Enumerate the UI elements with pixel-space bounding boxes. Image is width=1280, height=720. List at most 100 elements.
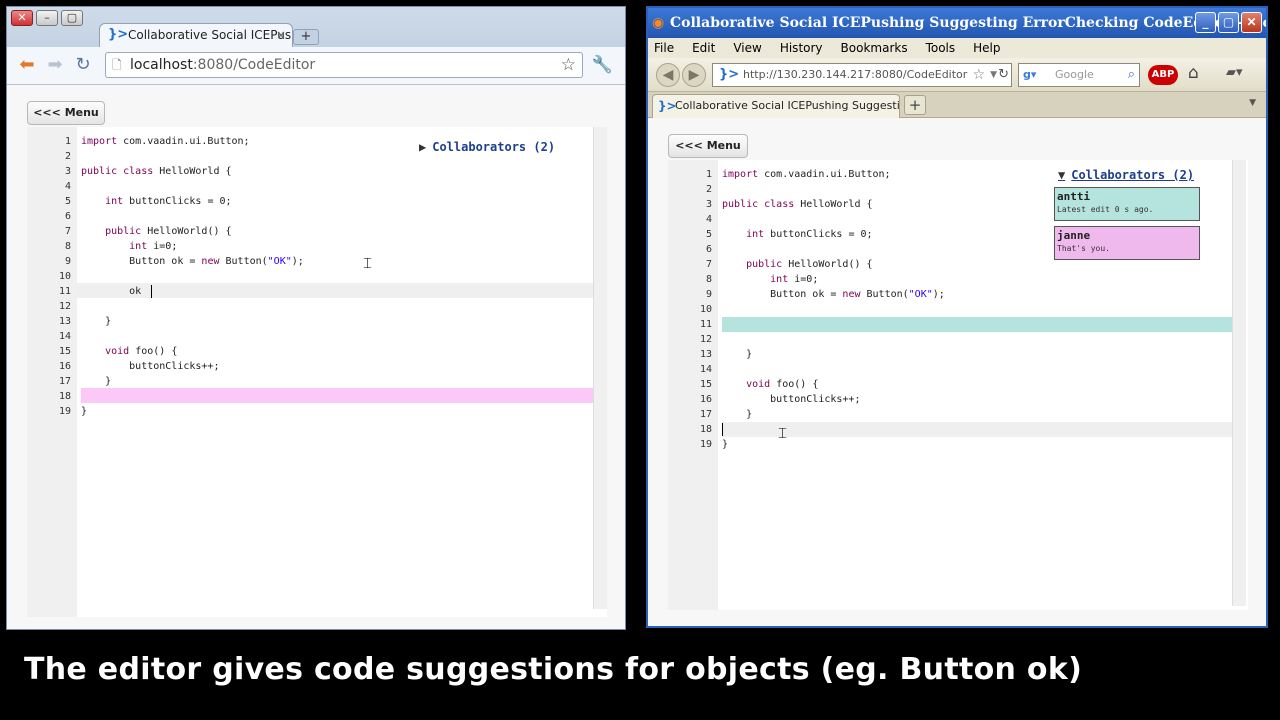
code-token: HelloWorld { [794, 199, 873, 210]
line-number: 14 [58, 331, 71, 342]
minimize-window-button[interactable]: _ [1195, 12, 1216, 33]
tab-list-icon[interactable]: ▼ [1249, 98, 1256, 108]
line-number: 11 [58, 286, 71, 297]
menu-tools[interactable]: Tools [926, 38, 956, 58]
code-token: public class [81, 166, 154, 177]
code-token: } [81, 406, 88, 417]
editor-scrollbar[interactable] [593, 127, 607, 609]
code-token: foo() { [129, 346, 178, 357]
code-line[interactable]: import com.vaadin.ui.Button; [722, 167, 891, 182]
search-box[interactable]: g▾ Google ⌕ [1018, 63, 1140, 87]
code-line[interactable]: int i=0; [722, 272, 818, 287]
editor-scrollbar[interactable] [1232, 160, 1246, 606]
bookmark-star-icon[interactable]: ☆ [972, 64, 985, 86]
code-line[interactable]: int i=0; [81, 239, 177, 254]
tab-close-icon[interactable]: × [276, 24, 286, 46]
menu-history[interactable]: History [780, 38, 823, 58]
line-number-gutter: 1 2 3 4 5 6 7 8 9 10 11 12 13 14 15 16 17 18 19 [27, 127, 77, 617]
code-line[interactable]: int buttonClicks = 0; [722, 227, 873, 242]
firefox-page-content: <<< Menu 1 2 3 4 5 6 7 8 9 10 11 12 13 14 15 16 17 18 19 i… [648, 118, 1266, 626]
code-line[interactable]: } [722, 407, 752, 422]
code-line[interactable]: ok [81, 284, 141, 299]
back-arrow-icon[interactable]: ◀ [656, 63, 680, 87]
code-token: Button( [860, 289, 909, 300]
collaborator-card-antti: antti Latest edit 0 s ago. [1054, 187, 1200, 221]
code-token: ); [291, 256, 304, 267]
forward-arrow-icon[interactable]: ➡ [43, 54, 67, 76]
extension-icon[interactable]: ▰▾ [1226, 65, 1243, 80]
code-line[interactable]: } [722, 437, 728, 452]
line-number-gutter: 1 2 3 4 5 6 7 8 9 10 11 12 13 14 15 16 17 18 19 [668, 160, 718, 610]
collaborator-card-janne: janne That's you. [1054, 226, 1200, 260]
code-line[interactable]: import com.vaadin.ui.Button; [81, 134, 250, 149]
menu-file[interactable]: File [654, 38, 674, 58]
line-number: 5 [64, 196, 71, 207]
url-dropdown-icon[interactable]: ▼ [990, 64, 997, 86]
code-line[interactable]: void foo() { [81, 344, 177, 359]
line-number: 12 [58, 301, 71, 312]
minimize-window-button[interactable]: – [36, 10, 58, 26]
collaborators-toggle[interactable]: ▼ Collaborators (2) [1058, 168, 1194, 182]
bookmark-star-icon[interactable]: ☆ [561, 53, 576, 77]
line-number: 16 [58, 361, 71, 372]
code-line[interactable]: } [81, 314, 111, 329]
code-editor[interactable]: 1 2 3 4 5 6 7 8 9 10 11 12 13 14 15 16 17 18 19 import com… [668, 160, 1248, 610]
code-token: HelloWorld { [153, 166, 232, 177]
reload-icon[interactable]: ↻ [998, 64, 1009, 86]
line-number: 13 [699, 349, 712, 360]
code-line[interactable]: void foo() { [722, 377, 818, 392]
line-number: 6 [705, 244, 712, 255]
typed-text: ok [81, 286, 142, 297]
maximize-window-button[interactable]: ▢ [1218, 12, 1239, 33]
code-line[interactable]: Button ok = new Button("OK"); [722, 287, 945, 302]
maximize-window-button[interactable]: ▢ [61, 10, 83, 26]
menu-button[interactable]: <<< Menu [668, 134, 748, 158]
menu-button[interactable]: <<< Menu [27, 101, 105, 125]
code-token: "OK" [267, 256, 292, 267]
menu-edit[interactable]: Edit [692, 38, 715, 58]
code-line[interactable]: public class HelloWorld { [81, 164, 232, 179]
wrench-menu-icon[interactable]: 🔧 [592, 55, 613, 75]
menu-bar: File Edit View History Bookmarks Tools H… [648, 38, 1266, 58]
line-number: 1 [705, 169, 712, 180]
home-icon[interactable]: ⌂ [1188, 63, 1199, 83]
new-tab-button[interactable]: + [904, 95, 926, 115]
menu-bookmarks[interactable]: Bookmarks [841, 38, 908, 58]
search-icon[interactable]: ⌕ [1128, 64, 1135, 86]
code-token: buttonClicks = 0; [764, 229, 873, 240]
forward-arrow-icon[interactable]: ▶ [682, 63, 706, 87]
back-arrow-icon[interactable]: ⬅ [15, 54, 39, 76]
close-window-button[interactable]: ✕ [11, 10, 33, 26]
code-token: } [722, 409, 753, 420]
browser-tab[interactable]: }> Collaborative Social ICEPushing Sugge… [652, 94, 900, 118]
code-line[interactable]: buttonClicks++; [722, 392, 860, 407]
adblock-icon[interactable]: ABP [1148, 65, 1178, 85]
code-line[interactable]: } [81, 374, 111, 389]
code-editor[interactable]: 1 2 3 4 5 6 7 8 9 10 11 12 13 14 15 16 17 18 19 import com… [27, 127, 607, 617]
address-bar[interactable]: 🗋 localhost:8080/CodeEditor ☆ [105, 52, 583, 78]
address-bar[interactable]: }> http://130.230.144.217:8080/CodeEdito… [712, 63, 1012, 87]
browser-tab[interactable]: }> Collaborative Social ICEPus × [99, 23, 293, 47]
code-line[interactable]: public HelloWorld() { [81, 224, 231, 239]
collaborator-cursor-highlight [722, 317, 1232, 332]
collaborators-toggle[interactable]: ▶ Collaborators (2) [419, 140, 555, 154]
code-token: void [81, 346, 130, 357]
video-caption: The editor gives code suggestions for ob… [24, 652, 1083, 687]
code-line[interactable]: public class HelloWorld { [722, 197, 873, 212]
code-line[interactable]: buttonClicks++; [81, 359, 219, 374]
chrome-page-content: <<< Menu 1 2 3 4 5 6 7 8 9 10 11 12 13 14 15 16 17 18 19 i… [7, 85, 625, 629]
code-line[interactable]: Button ok = new Button("OK"); [81, 254, 304, 269]
code-line[interactable]: } [81, 404, 87, 419]
menu-help[interactable]: Help [973, 38, 1000, 58]
firefox-logo-icon: ◉ [652, 15, 665, 31]
code-line[interactable]: public HelloWorld() { [722, 257, 872, 272]
reload-icon[interactable]: ↻ [71, 54, 95, 76]
line-number: 8 [705, 274, 712, 285]
collaborator-name: antti [1057, 190, 1091, 203]
window-title: Collaborative Social ICEPushing Suggesti… [670, 15, 1266, 31]
code-line[interactable]: } [722, 347, 752, 362]
menu-view[interactable]: View [733, 38, 761, 58]
code-line[interactable]: int buttonClicks = 0; [81, 194, 231, 209]
new-tab-button[interactable]: + [293, 29, 319, 45]
close-window-button[interactable]: ✕ [1241, 12, 1262, 33]
